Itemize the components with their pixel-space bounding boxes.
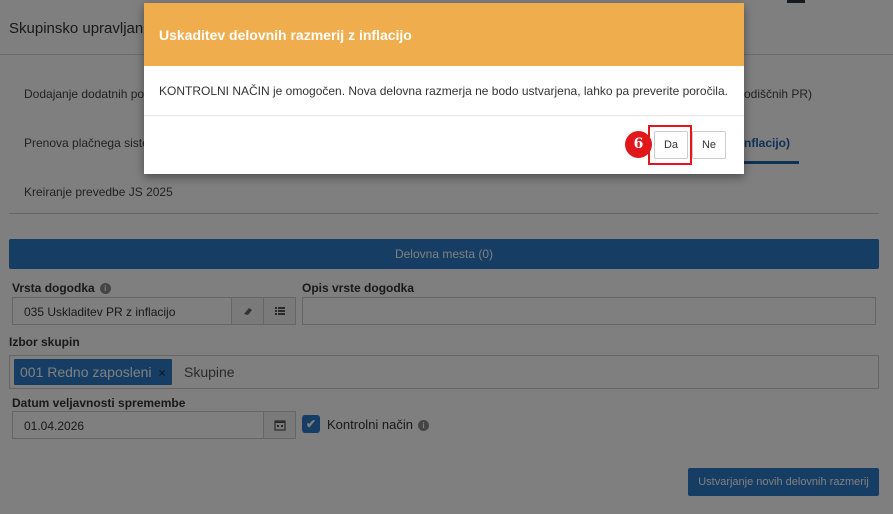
yes-button-highlight — [648, 125, 692, 165]
dialog-title: Uskaditev delovnih razmerij z inflacijo — [159, 27, 412, 43]
dialog-header: Uskaditev delovnih razmerij z inflacijo — [144, 3, 744, 66]
dialog-divider — [144, 115, 744, 116]
no-button[interactable]: Ne — [692, 131, 726, 159]
step-number-badge: 6 — [625, 131, 652, 158]
dialog-message: KONTROLNI NAČIN je omogočen. Nova delovn… — [159, 84, 728, 98]
